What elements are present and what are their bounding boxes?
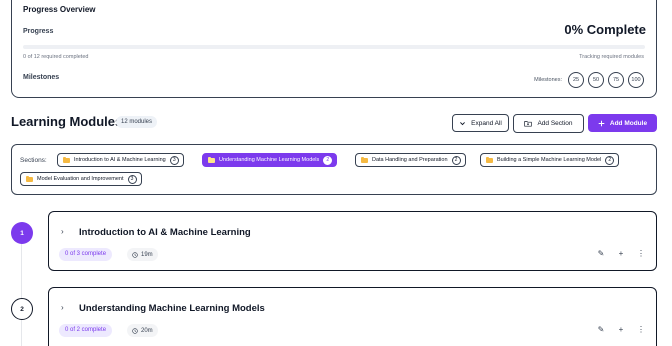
progress-tracking-text: Tracking required modules — [579, 54, 644, 60]
milestone-75: 75 — [608, 72, 624, 88]
add-module-label: Add Module — [609, 119, 648, 127]
section-chip-evaluation[interactable]: Model Evaluation and Improvement 3 — [20, 172, 142, 186]
section-chip-count: 2 — [451, 155, 461, 165]
module-actions: ✎ + ⋮ — [596, 325, 646, 334]
module-step-number: 1 — [11, 222, 33, 244]
milestones-label: Milestones: — [534, 77, 562, 83]
clock-icon — [132, 251, 138, 258]
chevron-down-icon — [460, 121, 466, 125]
page-title: Learning Modules — [11, 114, 123, 129]
folder-icon — [63, 156, 70, 163]
section-chip-simple-model[interactable]: Building a Simple Machine Learning Model… — [480, 153, 620, 167]
chevron-right-icon[interactable]: › — [61, 303, 64, 312]
sections-panel: Sections: Introduction to AI & Machine L… — [11, 144, 657, 195]
folder-icon — [361, 156, 368, 163]
chevron-right-icon[interactable]: › — [61, 227, 64, 236]
folder-icon — [26, 175, 33, 182]
progress-overview-title: Progress Overview — [23, 5, 96, 14]
progress-overview-card: Progress Overview Progress 0% Complete 0… — [11, 0, 657, 98]
section-chip-label: Data Handling and Preparation — [372, 157, 448, 163]
plus-icon[interactable]: + — [616, 249, 626, 258]
section-chip-count: 2 — [323, 155, 333, 165]
more-vertical-icon[interactable]: ⋮ — [636, 249, 646, 258]
more-vertical-icon[interactable]: ⋮ — [636, 325, 646, 334]
progress-label: Progress — [23, 28, 54, 35]
section-chip-count: 3 — [127, 174, 137, 184]
module-duration: 19m — [141, 251, 153, 258]
plus-icon — [598, 120, 605, 126]
plus-icon[interactable]: + — [616, 325, 626, 334]
module-step-number: 2 — [11, 298, 33, 320]
section-chip-count: 3 — [169, 155, 179, 165]
folder-icon — [486, 156, 493, 163]
timeline-line — [21, 235, 22, 346]
module-actions: ✎ + ⋮ — [596, 249, 646, 258]
section-chip-label: Building a Simple Machine Learning Model — [497, 157, 602, 163]
module-complete-badge: 0 of 3 complete — [59, 248, 113, 261]
pencil-icon[interactable]: ✎ — [596, 325, 606, 334]
section-chip-count: 2 — [605, 155, 615, 165]
folder-icon — [208, 156, 215, 163]
section-chip-ml-models[interactable]: Understanding Machine Learning Models 2 — [202, 153, 338, 167]
section-chip-label: Understanding Machine Learning Models — [219, 157, 320, 163]
module-duration-badge: 19m — [127, 248, 158, 261]
folder-plus-icon — [524, 121, 533, 127]
module-duration-badge: 20m — [127, 324, 158, 337]
milestone-100: 100 — [628, 72, 644, 88]
module-card[interactable]: › Understanding Machine Learning Models … — [48, 287, 657, 346]
module-card[interactable]: › Introduction to AI & Machine Learning … — [48, 211, 657, 271]
section-chip-intro-ai[interactable]: Introduction to AI & Machine Learning 3 — [57, 153, 184, 167]
module-duration: 20m — [141, 327, 153, 334]
module-count-badge: 12 modules — [116, 116, 158, 128]
expand-all-button[interactable]: Expand All — [452, 114, 509, 132]
progress-bar — [23, 45, 645, 49]
module-title: Understanding Machine Learning Models — [79, 303, 265, 314]
sections-label: Sections: — [20, 157, 47, 164]
milestones-title: Milestones — [23, 74, 60, 81]
progress-percent: 0% Complete — [564, 22, 646, 37]
clock-icon — [132, 327, 138, 334]
section-chip-label: Model Evaluation and Improvement — [37, 176, 124, 182]
milestones-group: Milestones: 25 50 75 100 — [534, 72, 644, 88]
module-complete-badge: 0 of 2 complete — [59, 324, 113, 337]
add-section-button[interactable]: Add Section — [513, 114, 584, 133]
add-module-button[interactable]: Add Module — [588, 114, 657, 132]
section-chip-label: Introduction to AI & Machine Learning — [74, 157, 166, 163]
section-chip-data-handling[interactable]: Data Handling and Preparation 2 — [355, 153, 466, 167]
module-title: Introduction to AI & Machine Learning — [79, 227, 251, 238]
add-section-label: Add Section — [537, 120, 573, 127]
expand-all-label: Expand All — [471, 119, 502, 127]
milestone-25: 25 — [568, 72, 584, 88]
pencil-icon[interactable]: ✎ — [596, 249, 606, 258]
progress-completed-text: 0 of 12 required completed — [23, 54, 89, 60]
milestone-50: 50 — [588, 72, 604, 88]
